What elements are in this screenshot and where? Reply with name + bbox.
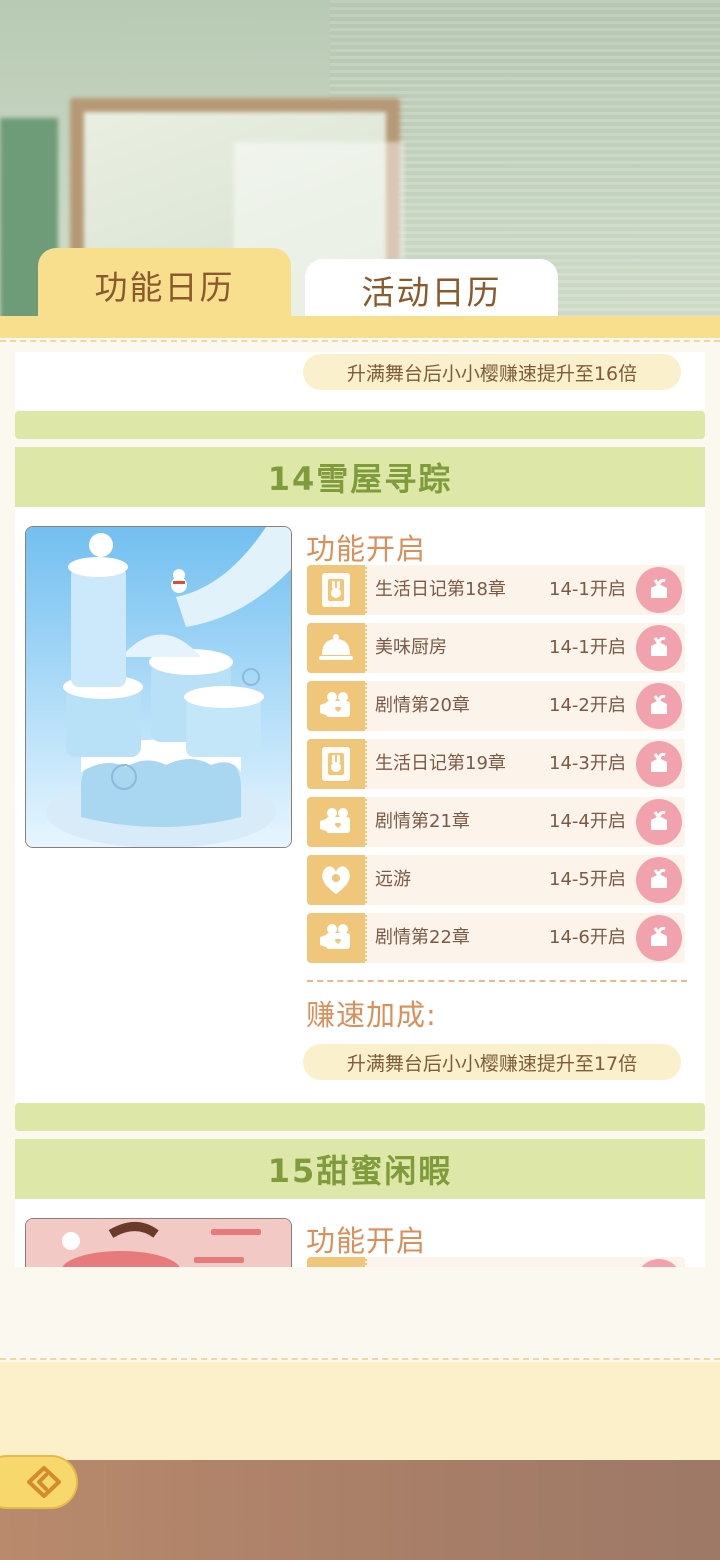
divider xyxy=(0,1358,720,1360)
feature-row[interactable]: 美味厨房 14-1开启 xyxy=(307,623,685,673)
panel-header-band xyxy=(0,316,720,340)
camera-icon xyxy=(307,913,367,963)
tab-feature-calendar[interactable]: 功能日历 xyxy=(38,248,291,322)
snow-house-art xyxy=(26,527,291,847)
feature-row[interactable]: 远游 14-5开启 xyxy=(307,855,685,905)
camera-icon xyxy=(307,681,367,731)
panel-footer xyxy=(0,1362,720,1462)
gift-icon[interactable] xyxy=(636,915,682,961)
divider xyxy=(307,980,687,982)
section-title-bar: 14雪屋寻踪 xyxy=(15,447,705,507)
divider xyxy=(0,340,720,342)
feature-unlock-label: 功能开启 xyxy=(306,532,427,566)
feature-stage: 14-3开启 xyxy=(549,753,626,774)
diary-icon xyxy=(307,739,367,789)
section-title: 15甜蜜闲暇 xyxy=(267,1152,453,1190)
gift-icon[interactable] xyxy=(636,625,682,671)
feature-unlock-label: 功能开启 xyxy=(306,1224,427,1258)
section-title-bar: 15甜蜜闲暇 xyxy=(15,1139,705,1199)
feature-name: 剧情第20章 xyxy=(375,695,470,716)
feature-name: 剧情第22章 xyxy=(375,927,470,948)
back-arrow-icon xyxy=(27,1466,61,1498)
feature-name: 美味厨房 xyxy=(375,637,447,658)
gift-icon[interactable] xyxy=(636,567,682,613)
previous-bonus-pill: 升满舞台后小小樱赚速提升至16倍 xyxy=(303,354,681,390)
feature-stage: 14-6开启 xyxy=(549,927,626,948)
calendar-scroll-list[interactable]: 升满舞台后小小樱赚速提升至16倍 14雪屋寻踪 功能开启 生活日记第18章 14… xyxy=(15,352,705,1267)
feature-stage: 14-1开启 xyxy=(549,637,626,658)
travel-icon xyxy=(307,855,367,905)
sweet-leisure-art xyxy=(26,1219,291,1267)
floor-background xyxy=(0,1460,720,1560)
feature-stage: 14-1开启 xyxy=(549,579,626,600)
feature-row[interactable]: 生活日记第18章 14-1开启 xyxy=(307,565,685,615)
feature-row[interactable]: 剧情第20章 14-2开启 xyxy=(307,681,685,731)
gift-icon[interactable] xyxy=(636,1259,682,1267)
feature-row[interactable]: 剧情第22章 14-6开启 xyxy=(307,913,685,963)
feature-row[interactable]: 生活日记第19章 14-3开启 xyxy=(307,739,685,789)
feature-name: 生活日记第19章 xyxy=(375,753,506,774)
gift-icon[interactable] xyxy=(636,799,682,845)
feature-stage: 14-4开启 xyxy=(549,811,626,832)
feature-row[interactable] xyxy=(307,1257,685,1267)
gift-icon[interactable] xyxy=(636,683,682,729)
feature-name: 生活日记第18章 xyxy=(375,579,506,600)
gift-icon[interactable] xyxy=(636,741,682,787)
gift-icon[interactable] xyxy=(636,857,682,903)
camera-icon xyxy=(307,797,367,847)
speed-bonus-pill: 升满舞台后小小樱赚速提升至17倍 xyxy=(303,1044,681,1080)
section-separator xyxy=(15,411,705,439)
kitchen-icon xyxy=(307,623,367,673)
section-title: 14雪屋寻踪 xyxy=(267,460,453,498)
sweet-leisure-illustration xyxy=(25,1218,292,1267)
feature-stage: 14-2开启 xyxy=(549,695,626,716)
diary-icon xyxy=(307,565,367,615)
speed-bonus-label: 赚速加成: xyxy=(306,998,437,1032)
feature-name: 远游 xyxy=(375,869,411,890)
feature-name: 剧情第21章 xyxy=(375,811,470,832)
snow-house-illustration xyxy=(25,526,292,848)
feature-stage: 14-5开启 xyxy=(549,869,626,890)
diary-icon xyxy=(307,1257,367,1267)
section-separator xyxy=(15,1103,705,1131)
back-button[interactable] xyxy=(0,1455,78,1509)
tab-event-calendar[interactable]: 活动日历 xyxy=(305,259,558,321)
feature-row[interactable]: 剧情第21章 14-4开启 xyxy=(307,797,685,847)
